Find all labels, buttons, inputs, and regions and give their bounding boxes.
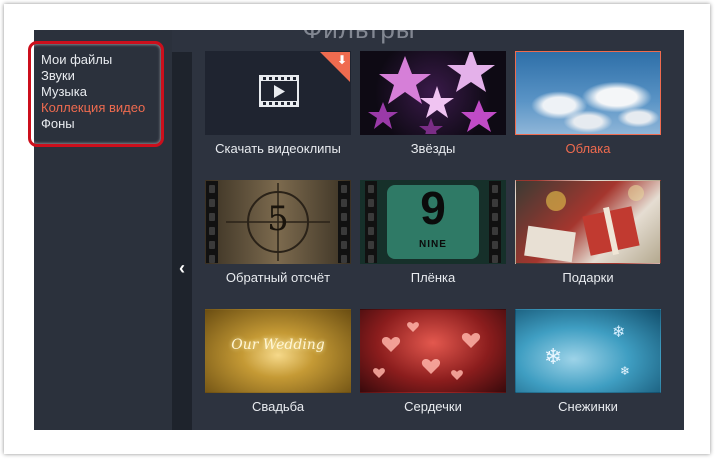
highlight-annotation bbox=[28, 41, 164, 147]
tile-clouds[interactable]: Облака bbox=[515, 51, 661, 156]
tile-label: Плёнка bbox=[410, 270, 456, 285]
thumbnail: ⬇ bbox=[205, 51, 351, 135]
tile-wedding[interactable]: Our Wedding Свадьба bbox=[205, 309, 351, 414]
film-number: 9 bbox=[420, 182, 446, 234]
thumbnail bbox=[360, 51, 506, 135]
snowflake-icon: ❄ bbox=[612, 324, 626, 341]
wedding-caption: Our Wedding bbox=[231, 337, 325, 353]
thumbnail: 5 bbox=[205, 180, 351, 264]
tile-hearts[interactable]: Сердечки bbox=[360, 309, 506, 414]
thumbnail bbox=[515, 180, 661, 264]
film-word: NINE bbox=[419, 239, 447, 250]
snowflake-icon: ❄ bbox=[544, 344, 563, 369]
tile-countdown[interactable]: 5 Обратный отсчёт bbox=[205, 180, 351, 285]
thumbnail: ❄ ❄ ❄ bbox=[515, 309, 661, 393]
tile-label: Сердечки bbox=[404, 399, 462, 414]
tile-label: Снежинки bbox=[558, 399, 618, 414]
tile-download-clips[interactable]: ⬇ Скачать видеоклипы bbox=[205, 51, 351, 156]
tile-snowflakes[interactable]: ❄ ❄ ❄ Снежинки bbox=[515, 309, 661, 414]
snowflake-icon: ❄ bbox=[620, 364, 631, 378]
tile-gifts[interactable]: Подарки bbox=[515, 180, 661, 285]
chevron-left-icon[interactable]: ‹ bbox=[176, 258, 188, 278]
download-arrow-icon: ⬇ bbox=[336, 53, 347, 67]
tile-label: Обратный отсчёт bbox=[225, 270, 331, 285]
tile-film[interactable]: 9 NINE Плёнка bbox=[360, 180, 506, 285]
tile-label: Свадьба bbox=[251, 399, 305, 414]
tile-label: Подарки bbox=[562, 270, 614, 285]
countdown-number: 5 bbox=[267, 199, 289, 239]
thumbnail: Our Wedding bbox=[205, 309, 351, 393]
tile-label: Скачать видеоклипы bbox=[215, 141, 341, 156]
thumbnail bbox=[515, 51, 661, 135]
sidebar-collapse-strip[interactable] bbox=[172, 52, 192, 430]
thumbnail bbox=[360, 309, 506, 393]
thumbnail: 9 NINE bbox=[360, 180, 506, 264]
tile-label: Облака bbox=[565, 141, 611, 156]
tile-label: Звёзды bbox=[410, 141, 456, 156]
tile-stars[interactable]: Звёзды bbox=[360, 51, 506, 156]
stars-image bbox=[368, 52, 497, 134]
